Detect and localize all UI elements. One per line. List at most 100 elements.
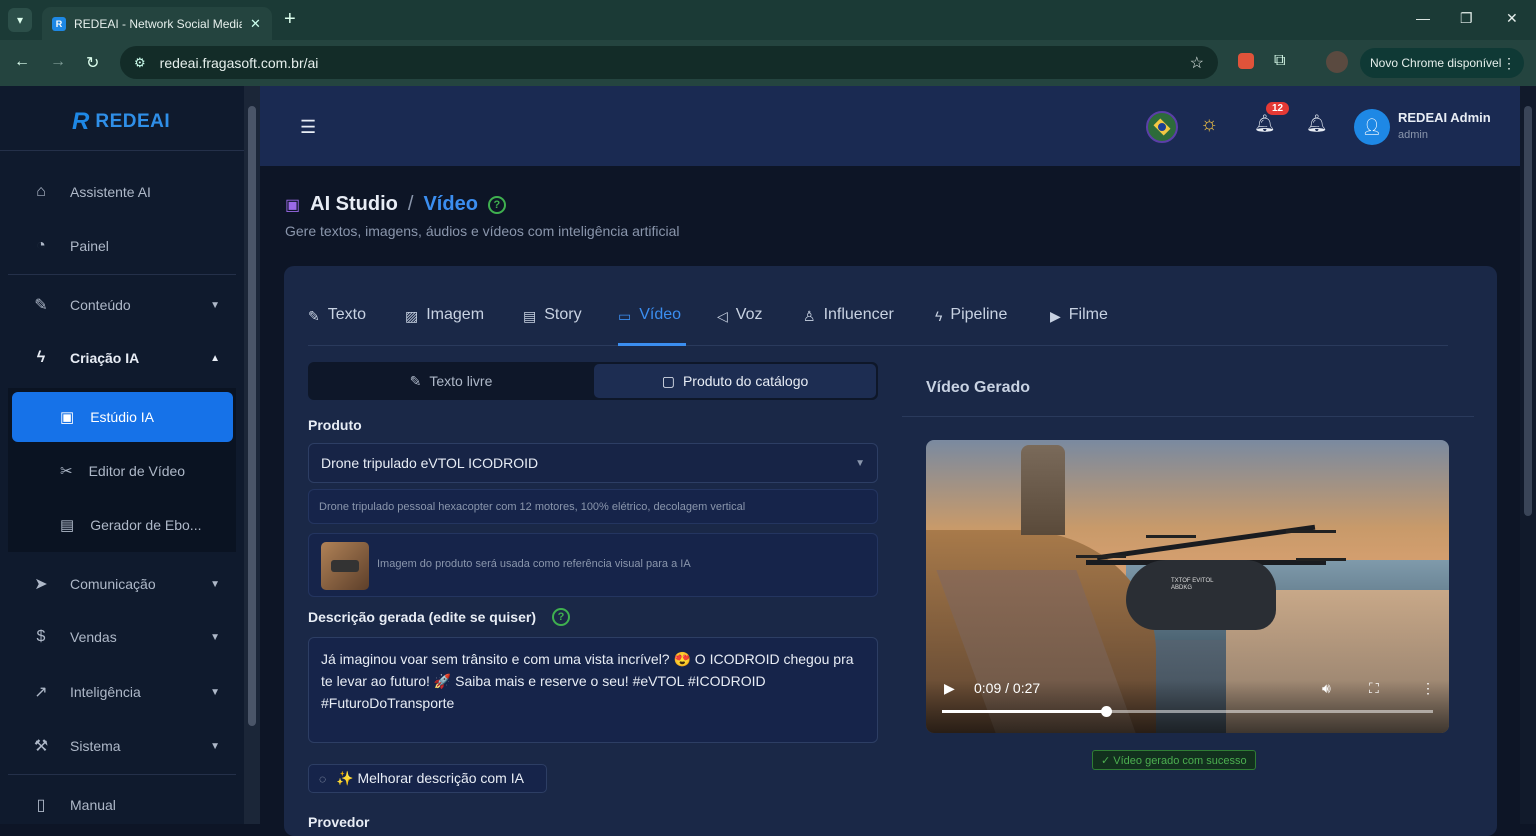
address-bar[interactable]: ⚙ redeai.fragasoft.com.br/ai ☆	[120, 46, 1218, 79]
mode-free-text-button[interactable]: ✎ Texto livre	[308, 362, 594, 400]
menu-toggle-icon[interactable]: ☰	[300, 117, 316, 138]
product-label: Produto	[308, 417, 362, 433]
sidebar-item-inteligencia[interactable]: ↗ Inteligência ▼	[30, 682, 220, 702]
tab-imagem[interactable]: ▨ Imagem	[405, 306, 484, 346]
sidebar-item-label: Estúdio IA	[90, 409, 155, 425]
update-label: Novo Chrome disponível	[1370, 56, 1502, 70]
sidebar-item-label: Assistente AI	[70, 184, 151, 200]
more-options-icon[interactable]: ⋮	[1421, 680, 1435, 697]
sidebar-item-sistema[interactable]: ⚒ Sistema ▼	[30, 736, 220, 756]
maximize-icon[interactable]: ❐	[1460, 10, 1473, 27]
notification-badge: 12	[1266, 102, 1290, 115]
description-label: Descrição gerada (edite se quiser)	[308, 609, 536, 625]
chevron-down-icon: ▼	[210, 631, 220, 643]
chevron-down-icon: ▼	[210, 686, 220, 698]
top-header: ☰ ☼ 🔔︎ 12 🔔︎ 👤︎ REDEAI Admin admin	[260, 86, 1520, 166]
tab-filme[interactable]: ▶ Filme	[1050, 306, 1108, 346]
sidebar-item-manual[interactable]: ▯ Manual	[30, 795, 220, 815]
close-window-icon[interactable]: ✕	[1506, 10, 1518, 27]
mode-catalog-button[interactable]: ▢ Produto do catálogo	[594, 364, 876, 398]
brazil-flag-icon[interactable]	[1146, 111, 1178, 143]
dollar-icon: $	[36, 628, 46, 645]
sidebar-item-vendas[interactable]: $ Vendas ▼	[30, 628, 220, 646]
tab-pipeline[interactable]: ϟ Pipeline	[935, 306, 1007, 346]
user-name[interactable]: REDEAI Admin	[1398, 110, 1491, 125]
sidebar-item-conteudo[interactable]: ✎ Conteúdo ▼	[30, 295, 220, 315]
fullscreen-icon[interactable]: ⛶	[1369, 680, 1379, 697]
video-time: 0:09 / 0:27	[974, 680, 1041, 696]
sun-icon[interactable]: ☼	[1200, 113, 1218, 136]
new-tab-button[interactable]: +	[284, 9, 296, 29]
volume-icon[interactable]: 🔊︎	[1322, 680, 1331, 697]
chevron-down-icon: ▼	[855, 457, 865, 469]
improve-description-button[interactable]: ◌ ✨ Melhorar descrição com IA	[308, 764, 547, 793]
sidebar-item-label: Editor de Vídeo	[88, 463, 186, 479]
forward-icon[interactable]: →	[50, 53, 66, 71]
minimize-icon[interactable]: —	[1416, 10, 1430, 26]
chevron-down-icon: ▼	[210, 299, 220, 311]
user-icon: 👤︎	[1361, 119, 1383, 136]
product-select[interactable]: Drone tripulado eVTOL ICODROID ▼	[308, 443, 878, 483]
studio-icon: ▣	[285, 196, 301, 214]
browser-tab-strip: ▾ R REDEAI - Network Social Media ✕ + — …	[0, 0, 1536, 40]
app-logo[interactable]: R REDEAI	[72, 108, 170, 136]
tab-title: REDEAI - Network Social Media	[74, 16, 242, 31]
sidebar-item-editor-video[interactable]: ✂ Editor de Vídeo	[60, 462, 185, 480]
video-progress-handle[interactable]	[1100, 706, 1112, 717]
profile-avatar[interactable]	[1326, 51, 1348, 73]
tab-video[interactable]: ▭ Vídeo	[618, 306, 686, 346]
tab-voz[interactable]: ◁ Voz	[717, 306, 762, 346]
favicon-icon: R	[52, 16, 66, 31]
sidebar-divider	[0, 150, 244, 151]
tab-influencer[interactable]: ♙ Influencer	[803, 306, 894, 346]
sidebar-item-assistente[interactable]: ⌂ Assistente AI	[30, 183, 220, 201]
site-info-icon[interactable]: ⚙	[134, 55, 146, 71]
description-textarea[interactable]: Já imaginou voar sem trânsito e com uma …	[308, 637, 878, 743]
video-player[interactable]: TXTOF EVITOL ABDKG ▶ 0:09 / 0:27 🔊︎ ⛶ ⋮	[926, 440, 1449, 733]
back-icon[interactable]: ←	[14, 53, 30, 71]
play-icon[interactable]: ▶	[944, 680, 955, 697]
bookmark-star-icon[interactable]: ☆	[1190, 53, 1204, 73]
page-title: ▣ AI Studio / Vídeo ?	[285, 193, 506, 216]
improve-label: ✨ Melhorar descrição com IA	[336, 770, 524, 786]
page-scrollbar[interactable]	[1520, 86, 1536, 824]
video-progress-bar[interactable]	[942, 706, 1433, 717]
scrollbar-thumb[interactable]	[248, 106, 256, 726]
scissors-icon: ✂	[60, 463, 73, 480]
sidebar-item-criacao-ia[interactable]: ϟ Criação IA ▲	[30, 349, 220, 367]
chrome-update-button[interactable]: Novo Chrome disponível ⋮	[1360, 48, 1524, 78]
sidebar-item-comunicacao[interactable]: ➤ Comunicação ▼	[30, 574, 220, 594]
bolt-icon: ϟ	[36, 349, 46, 366]
sidebar-item-label: Criação IA	[70, 350, 140, 366]
bell-icon[interactable]: 🔔︎	[1254, 114, 1276, 134]
sidebar-item-label: Gerador de Ebo...	[90, 517, 202, 533]
tab-story[interactable]: ▤ Story	[523, 306, 582, 346]
extension-icon[interactable]	[1238, 53, 1254, 69]
breadcrumb-current: Vídeo	[423, 193, 478, 215]
user-avatar[interactable]: 👤︎	[1354, 109, 1390, 145]
close-tab-icon[interactable]: ✕	[250, 16, 261, 32]
scrollbar-thumb[interactable]	[1524, 106, 1532, 516]
sidebar-item-label: Vendas	[70, 629, 117, 645]
extensions-puzzle-icon[interactable]: ⧉	[1274, 52, 1285, 70]
sidebar-divider	[8, 274, 236, 275]
mode-label: Produto do catálogo	[682, 373, 809, 389]
bell-icon[interactable]: 🔔︎	[1306, 114, 1328, 134]
browser-tab[interactable]: R REDEAI - Network Social Media ✕	[42, 7, 272, 40]
person-icon: ♙	[803, 308, 816, 324]
sidebar-scrollbar[interactable]	[244, 86, 260, 824]
sidebar-item-estudio-ia[interactable]: ▣ Estúdio IA	[12, 392, 233, 442]
help-icon[interactable]: ?	[487, 195, 506, 214]
help-icon[interactable]: ?	[552, 608, 570, 626]
mode-label: Texto livre	[429, 373, 493, 389]
sidebar-item-gerador-ebook[interactable]: ▤ Gerador de Ebo...	[60, 516, 201, 534]
breadcrumb-root[interactable]: AI Studio	[310, 193, 398, 216]
tab-search-button[interactable]: ▾	[8, 8, 32, 32]
studio-card: ✎ Texto ▨ Imagem ▤ Story ▭ Vídeo ◁ Voz ♙ Influ…	[284, 266, 1497, 836]
sidebar-item-painel[interactable]: ◔ Painel	[30, 237, 220, 255]
tab-texto[interactable]: ✎ Texto	[308, 306, 366, 346]
provider-label: Provedor	[308, 814, 370, 830]
wrench-icon: ⚒	[33, 738, 49, 755]
reload-icon[interactable]: ↻	[86, 53, 99, 73]
document-icon: ▤	[523, 308, 537, 324]
